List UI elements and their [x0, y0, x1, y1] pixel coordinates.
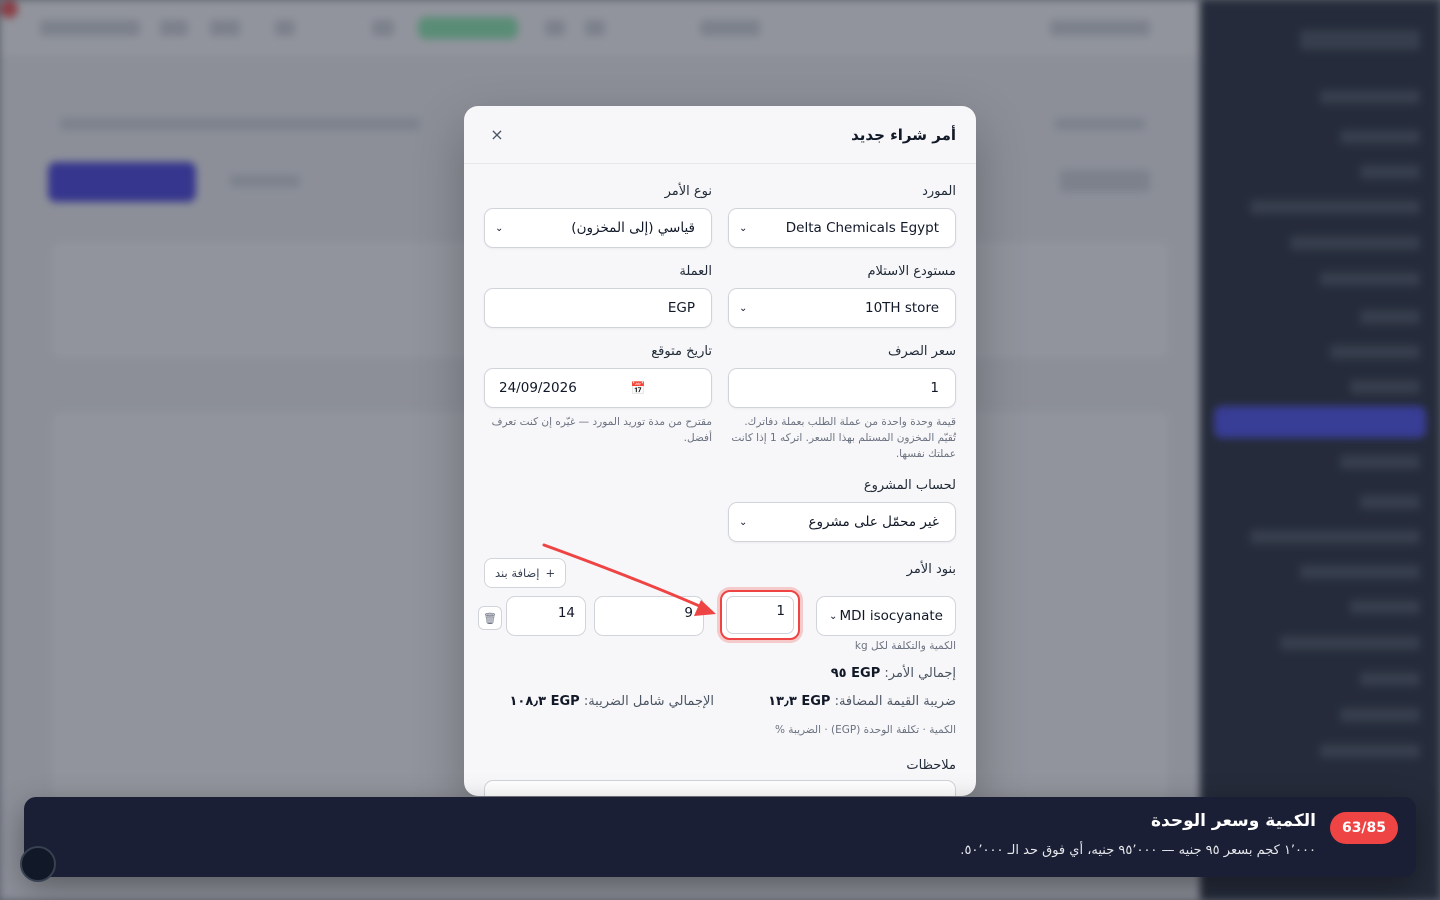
expected-date-input[interactable]: 24/09/2026 📅 [484, 368, 712, 408]
grand-total: الإجمالي شامل الضريبة: EGP ١٠٨٫٣ [509, 694, 714, 709]
order-total-label: إجمالي الأمر: [884, 666, 956, 681]
chevron-down-icon: ⌄ [739, 302, 748, 314]
chevron-down-icon: ⌄ [495, 222, 504, 234]
exchange-rate-input[interactable]: 1 [728, 368, 956, 408]
purchase-order-modal: أمر شراء جديد × المورد Delta Chemicals E… [464, 106, 976, 796]
currency-label: العملة [679, 264, 712, 279]
close-icon[interactable]: × [484, 122, 510, 148]
exchange-rate-label: سعر الصرف [888, 344, 956, 359]
modal-header: أمر شراء جديد × [464, 106, 976, 164]
vat-value: EGP ١٣٫٣ [768, 694, 831, 709]
add-line-button[interactable]: + إضافة بند [484, 558, 567, 588]
currency-value: EGP [667, 300, 695, 316]
exchange-rate-field: سعر الصرف 1 قيمة وحدة واحدة من عملة الطل… [728, 344, 956, 462]
chevron-down-icon: ⌄ [829, 610, 838, 622]
tour-title: الكمية وسعر الوحدة [1150, 811, 1316, 831]
grand-total-value: EGP ١٠٨٫٣ [509, 694, 580, 709]
notes-textarea[interactable] [484, 780, 956, 796]
tour-description: ١٬٠٠٠ كجم بسعر ٩٥ جنيه — ٩٥٬٠٠٠ جنيه، أي… [960, 843, 1316, 858]
order-type-field: نوع الأمر قياسي (إلى المخزون) ⌄ [484, 184, 712, 248]
grand-total-label: الإجمالي شامل الضريبة: [583, 694, 714, 709]
supplier-field: المورد Delta Chemicals Egypt ⌄ [728, 184, 956, 248]
line-quantity-input[interactable]: 1 [726, 596, 794, 634]
order-total: إجمالي الأمر: EGP ٩٥ [831, 666, 956, 681]
project-select[interactable]: غير محمّل على مشروع ⌄ [728, 502, 956, 542]
vat-total: ضريبة القيمة المضافة: EGP ١٣٫٣ [768, 694, 956, 709]
supplier-select[interactable]: Delta Chemicals Egypt ⌄ [728, 208, 956, 248]
warehouse-value: 10TH store [864, 300, 939, 316]
tour-step-badge: 63/85 [1330, 812, 1398, 844]
project-label: لحساب المشروع [863, 478, 956, 493]
chevron-down-icon: ⌄ [739, 516, 748, 528]
modal-title: أمر شراء جديد [851, 125, 956, 144]
vat-label: ضريبة القيمة المضافة: [834, 694, 956, 709]
order-line-row: MDI isocyanate ⌄ 1 9 14 🗑 [474, 590, 956, 640]
warehouse-label: مستودع الاستلام [867, 264, 956, 279]
line-tax-input[interactable]: 14 [506, 596, 586, 636]
project-field: لحساب المشروع غير محمّل على مشروع ⌄ [728, 478, 956, 542]
supplier-label: المورد [922, 184, 956, 199]
exchange-rate-value: 1 [930, 380, 939, 396]
chevron-down-icon: ⌄ [739, 222, 748, 234]
expected-date-field: تاريخ متوقع 24/09/2026 📅 مقترح من مدة تو… [484, 344, 712, 446]
add-line-label: إضافة بند [495, 566, 540, 580]
trash-icon[interactable]: 🗑 [478, 606, 502, 630]
line-unit-cost-input[interactable]: 9 [594, 596, 704, 636]
line-unit-hint: الكمية والتكلفة لكل kg [854, 640, 956, 652]
order-lines-label: بنود الأمر [906, 562, 956, 577]
help-bubble-icon[interactable] [20, 846, 56, 882]
order-type-select[interactable]: قياسي (إلى المخزون) ⌄ [484, 208, 712, 248]
order-total-value: EGP ٩٥ [830, 666, 881, 681]
exchange-rate-help: قيمة وحدة واحدة من عملة الطلب بعملة دفات… [731, 416, 956, 460]
line-columns-legend: الكمية · تكلفة الوحدة (EGP) · الضريبة % [774, 724, 956, 736]
calendar-icon[interactable]: 📅 [631, 381, 646, 395]
tour-banner: 63/85 الكمية وسعر الوحدة ١٬٠٠٠ كجم بسعر … [24, 797, 1416, 877]
warehouse-select[interactable]: 10TH store ⌄ [728, 288, 956, 328]
order-type-value: قياسي (إلى المخزون) [571, 220, 695, 236]
expected-date-label: تاريخ متوقع [651, 344, 712, 359]
order-type-label: نوع الأمر [664, 184, 712, 199]
project-value: غير محمّل على مشروع [808, 514, 939, 530]
notes-label: ملاحظات [906, 758, 956, 773]
expected-date-help: مقترح من مدة توريد المورد — غيّره إن كنت… [491, 416, 712, 444]
plus-icon: + [545, 566, 556, 580]
line-product-value: MDI isocyanate [839, 608, 943, 624]
currency-field: العملة EGP [484, 264, 712, 328]
expected-date-value: 24/09/2026 [499, 380, 577, 396]
line-product-select[interactable]: MDI isocyanate ⌄ [816, 596, 956, 636]
line-quantity-highlight: 1 [720, 590, 800, 640]
warehouse-field: مستودع الاستلام 10TH store ⌄ [728, 264, 956, 328]
supplier-value: Delta Chemicals Egypt [785, 220, 939, 236]
currency-input[interactable]: EGP [484, 288, 712, 328]
